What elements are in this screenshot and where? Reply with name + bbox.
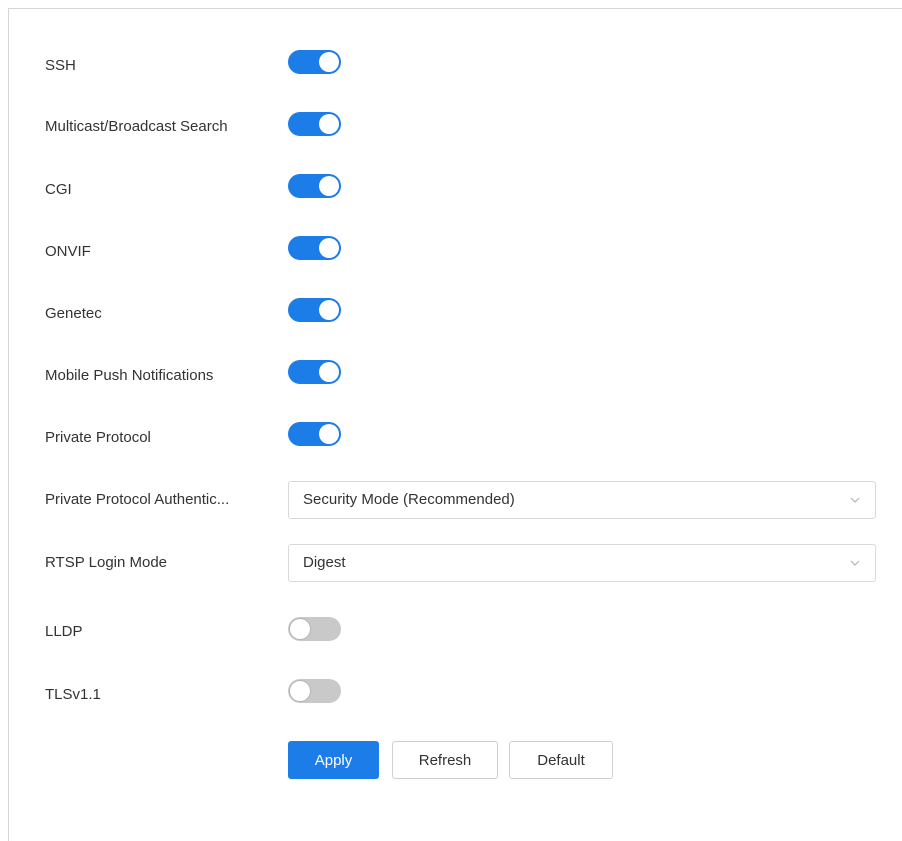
toggle-knob — [319, 114, 339, 134]
multicast-toggle[interactable] — [288, 112, 341, 136]
tls-label: TLSv1.1 — [45, 686, 101, 703]
toggle-knob — [290, 681, 310, 701]
onvif-label: ONVIF — [45, 243, 91, 260]
ssh-label: SSH — [45, 57, 76, 74]
cgi-toggle[interactable] — [288, 174, 341, 198]
ssh-toggle[interactable] — [288, 50, 341, 74]
mobile-push-toggle[interactable] — [288, 360, 341, 384]
toggle-knob — [319, 424, 339, 444]
default-button[interactable]: Default — [509, 741, 613, 779]
chevron-down-icon — [850, 497, 860, 503]
genetec-label: Genetec — [45, 305, 102, 322]
apply-button[interactable]: Apply — [288, 741, 379, 779]
private-protocol-label: Private Protocol — [45, 429, 151, 446]
toggle-knob — [319, 52, 339, 72]
multicast-label: Multicast/Broadcast Search — [45, 118, 228, 135]
private-protocol-auth-label: Private Protocol Authentic... — [45, 491, 230, 508]
refresh-button[interactable]: Refresh — [392, 741, 498, 779]
rtsp-login-label: RTSP Login Mode — [45, 554, 168, 571]
toggle-knob — [290, 619, 310, 639]
toggle-knob — [319, 300, 339, 320]
chevron-down-icon — [850, 560, 860, 566]
toggle-knob — [319, 176, 339, 196]
tls-toggle[interactable] — [288, 679, 341, 703]
toggle-knob — [319, 362, 339, 382]
rtsp-login-select[interactable]: Digest — [288, 544, 876, 582]
private-protocol-auth-select[interactable]: Security Mode (Recommended) — [288, 481, 876, 519]
genetec-toggle[interactable] — [288, 298, 341, 322]
onvif-toggle[interactable] — [288, 236, 341, 260]
toggle-knob — [319, 238, 339, 258]
cgi-label: CGI — [45, 181, 72, 198]
select-value: Digest — [303, 554, 346, 571]
select-value: Security Mode (Recommended) — [303, 491, 515, 508]
lldp-label: LLDP — [45, 623, 83, 640]
mobile-push-label: Mobile Push Notifications — [45, 367, 214, 384]
lldp-toggle[interactable] — [288, 617, 341, 641]
private-protocol-toggle[interactable] — [288, 422, 341, 446]
